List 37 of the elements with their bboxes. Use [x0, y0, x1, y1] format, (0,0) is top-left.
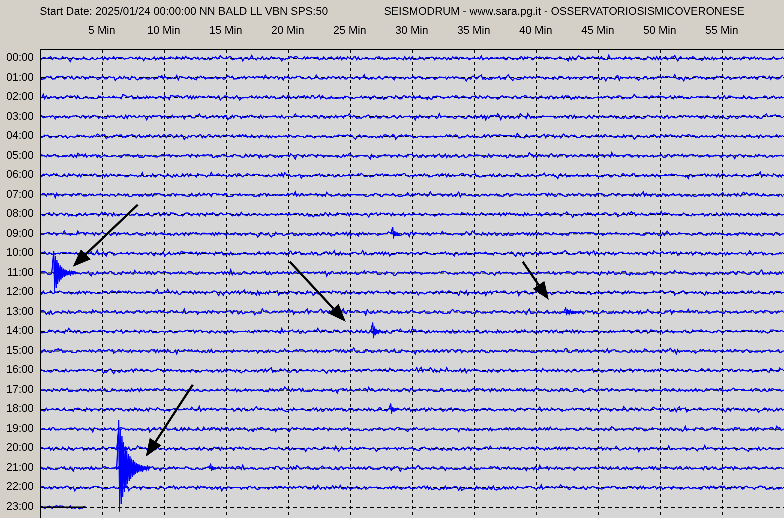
hour-label: 02:00 [5, 90, 35, 106]
hour-label: 10:00 [5, 246, 35, 262]
minute-label: 55 Min [704, 25, 740, 37]
header-title: Start Date: 2025/01/24 00:00:00 NN BALD LL VBN SPS:50 [40, 6, 328, 18]
station-title: SEISMODRUM - www.sara.pg.it - OSSERVATORIOSISMICOVERONESE [384, 6, 745, 18]
hour-label: 11:00 [6, 266, 35, 281]
hour-label: 16:00 [5, 363, 35, 378]
hour-label: 01:00 [5, 70, 35, 86]
hour-label: 00:00 [5, 51, 35, 66]
hour-label: 12:00 [5, 285, 35, 300]
minute-label: 40 Min [518, 25, 554, 37]
minute-label: 30 Min [394, 25, 430, 37]
hour-label: 21:00 [5, 460, 35, 476]
hour-label: 20:00 [5, 441, 35, 456]
hour-label: 17:00 [5, 382, 35, 398]
hour-label: 08:00 [5, 207, 35, 222]
hour-label: 13:00 [5, 304, 35, 320]
minute-label: 20 Min [270, 25, 306, 37]
hour-label: 22:00 [5, 480, 35, 496]
minute-label: 50 Min [642, 25, 678, 37]
hour-label: 18:00 [5, 402, 35, 418]
hour-label: 04:00 [5, 129, 35, 144]
hour-label: 15:00 [5, 344, 35, 359]
minute-label: 45 Min [580, 25, 616, 37]
hour-label: 14:00 [5, 324, 35, 340]
hour-label: 07:00 [5, 188, 35, 203]
minute-label: 25 Min [332, 25, 368, 37]
minute-label: 15 Min [208, 25, 244, 37]
hour-label: 09:00 [5, 226, 35, 242]
minute-label: 5 Min [88, 25, 116, 37]
hour-label: 03:00 [5, 110, 35, 125]
minute-label: 10 Min [146, 25, 182, 37]
hour-label: 05:00 [5, 148, 35, 164]
hour-label: 19:00 [5, 422, 35, 437]
hour-label: 06:00 [5, 168, 35, 184]
minute-label: 35 Min [456, 25, 492, 37]
hour-label: 23:00 [5, 500, 35, 515]
